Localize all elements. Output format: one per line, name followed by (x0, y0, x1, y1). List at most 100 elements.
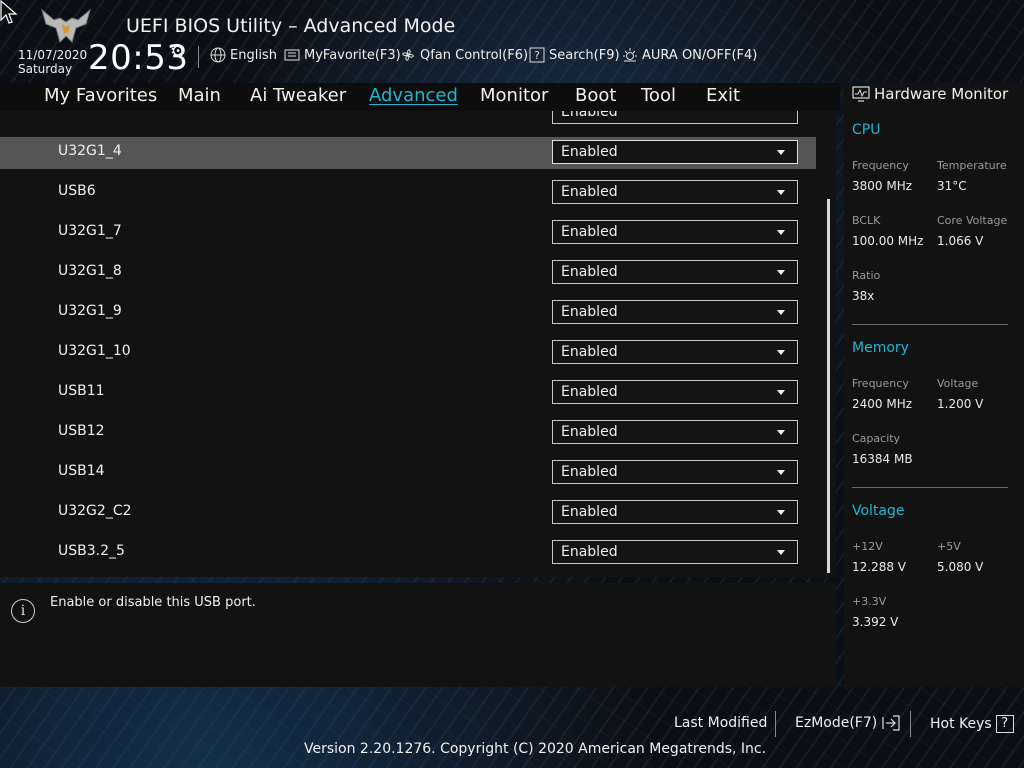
cpu-heading: CPU (852, 122, 881, 138)
search-button[interactable]: ? Search(F9) (529, 47, 620, 63)
setting-dropdown[interactable]: Enabled (552, 300, 798, 324)
aura-toggle-button[interactable]: AURA ON/OFF(F4) (622, 47, 757, 63)
hot-keys-label: Hot Keys (930, 716, 992, 732)
capacity-value: 16384 MB (852, 452, 913, 466)
v33-label: +3.3V (852, 595, 887, 608)
settings-row[interactable]: USB11 Enabled (0, 377, 816, 409)
language-button[interactable]: English (210, 47, 277, 63)
memory-frequency-value: 2400 MHz (852, 397, 913, 411)
setting-dropdown[interactable]: Enabled (552, 180, 798, 204)
cpu-frequency-value: 3800 MHz (852, 179, 913, 193)
tab-main[interactable]: Main (178, 85, 221, 106)
monitor-icon (852, 86, 870, 102)
v5-label: +5V (937, 540, 961, 553)
settings-row[interactable]: USB12 Enabled (0, 417, 816, 449)
setting-label: U32G1_10 (58, 343, 131, 359)
hardware-monitor-panel: Hardware Monitor CPU Frequency Temperatu… (844, 83, 1024, 687)
ezmode-button[interactable]: EzMode(F7) (795, 715, 901, 731)
dropdown-value: Enabled (561, 424, 618, 440)
tab-monitor[interactable]: Monitor (480, 85, 548, 106)
svg-text:?: ? (534, 49, 540, 62)
qfan-label: Qfan Control(F6) (420, 47, 529, 63)
dropdown-arrow-icon (777, 550, 785, 555)
setting-label: U32G1_4 (58, 143, 122, 159)
help-panel: i Enable or disable this USB port. (0, 583, 836, 687)
setting-label: USB14 (58, 463, 105, 479)
tab-my-favorites[interactable]: My Favorites (44, 85, 157, 106)
setting-dropdown[interactable]: Enabled (552, 260, 798, 284)
gear-icon[interactable]: ⚙ (170, 41, 186, 62)
setting-label: USB12 (58, 423, 105, 439)
voltage-heading: Voltage (852, 503, 905, 519)
exit-arrow-icon (882, 715, 900, 731)
setting-dropdown[interactable]: Enabled (552, 220, 798, 244)
settings-row[interactable]: U32G1_7 Enabled (0, 217, 816, 249)
tab-exit[interactable]: Exit (706, 85, 740, 106)
setting-label: USB6 (58, 183, 96, 199)
dropdown-arrow-icon (777, 310, 785, 315)
setting-label: U32G2_C2 (58, 503, 132, 519)
footer-divider (775, 711, 776, 737)
bclk-label: BCLK (852, 214, 881, 227)
settings-row[interactable]: USB6 Enabled (0, 177, 816, 209)
cpu-frequency-label: Frequency (852, 159, 909, 172)
settings-row[interactable]: Enabled (0, 111, 816, 129)
help-text: Enable or disable this USB port. (50, 595, 256, 610)
setting-dropdown[interactable]: Enabled (552, 111, 798, 124)
settings-row[interactable]: U32G1_9 Enabled (0, 297, 816, 329)
dropdown-value: Enabled (561, 224, 618, 240)
setting-dropdown[interactable]: Enabled (552, 340, 798, 364)
help-search-icon: ? (529, 47, 545, 63)
hw-divider (852, 324, 1008, 325)
setting-dropdown[interactable]: Enabled (552, 540, 798, 564)
tab-boot[interactable]: Boot (575, 85, 616, 106)
setting-dropdown[interactable]: Enabled (552, 380, 798, 404)
v12-value: 12.288 V (852, 560, 907, 574)
setting-dropdown[interactable]: Enabled (552, 140, 798, 164)
setting-dropdown[interactable]: Enabled (552, 500, 798, 524)
bclk-value: 100.00 MHz (852, 234, 924, 248)
dropdown-arrow-icon (777, 430, 785, 435)
setting-label: U32G1_9 (58, 303, 122, 319)
app-title: UEFI BIOS Utility – Advanced Mode (126, 15, 456, 37)
memory-voltage-value: 1.200 V (937, 397, 984, 411)
settings-row-selected[interactable]: U32G1_4 Enabled (0, 137, 816, 169)
settings-row[interactable]: U32G1_10 Enabled (0, 337, 816, 369)
hot-keys-button[interactable]: Hot Keys ? (930, 715, 1014, 733)
language-label: English (230, 47, 277, 63)
settings-scrollbar[interactable] (827, 199, 830, 573)
setting-dropdown[interactable]: Enabled (552, 420, 798, 444)
memory-voltage-label: Voltage (937, 377, 979, 390)
header-divider (198, 46, 199, 68)
cpu-temperature-value: 31°C (937, 179, 967, 193)
tab-tool[interactable]: Tool (641, 85, 676, 106)
dropdown-arrow-icon (777, 270, 785, 275)
mouse-cursor-icon (0, 0, 18, 24)
tab-ai-tweaker[interactable]: Ai Tweaker (250, 85, 346, 106)
setting-label: USB11 (58, 383, 105, 399)
tab-advanced[interactable]: Advanced (369, 85, 458, 106)
settings-row[interactable]: USB14 Enabled (0, 457, 816, 489)
settings-panel: Enabled U32G1_4 Enabled USB6 Enabled U32… (0, 111, 836, 577)
date-display: 11/07/2020 Saturday (18, 48, 87, 76)
last-modified-label: Last Modified (674, 715, 768, 731)
v5-value: 5.080 V (937, 560, 984, 574)
settings-row[interactable]: U32G2_C2 Enabled (0, 497, 816, 529)
cpu-temperature-label: Temperature (937, 159, 1007, 172)
qfan-control-button[interactable]: Qfan Control(F6) (400, 47, 528, 63)
dropdown-value: Enabled (561, 304, 618, 320)
hardware-monitor-label: Hardware Monitor (874, 85, 1009, 103)
setting-dropdown[interactable]: Enabled (552, 460, 798, 484)
dropdown-value: Enabled (561, 544, 618, 560)
myfavorite-button[interactable]: MyFavorite(F3) (284, 47, 401, 63)
dropdown-value: Enabled (561, 464, 618, 480)
settings-row[interactable]: USB3.2_5 Enabled (0, 537, 816, 569)
capacity-label: Capacity (852, 432, 901, 445)
settings-row[interactable]: U32G1_8 Enabled (0, 257, 816, 289)
footer-divider (910, 711, 911, 737)
hardware-monitor-title: Hardware Monitor (852, 85, 1008, 103)
last-modified-button[interactable]: Last Modified (674, 715, 767, 731)
core-voltage-label: Core Voltage (937, 214, 1008, 227)
question-icon: ? (995, 715, 1014, 733)
ezmode-label: EzMode(F7) (795, 715, 878, 731)
